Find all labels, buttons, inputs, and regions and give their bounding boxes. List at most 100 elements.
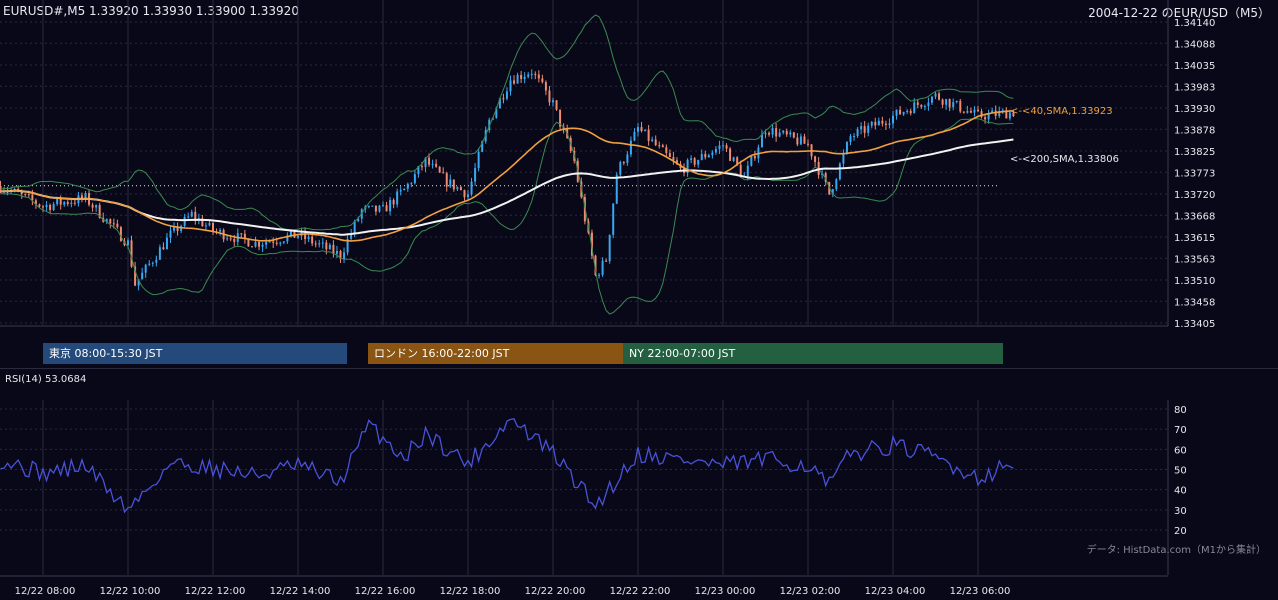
candle-up bbox=[955, 100, 958, 103]
candle-up bbox=[268, 241, 271, 243]
candle-up bbox=[328, 244, 331, 250]
candle-down bbox=[24, 193, 27, 195]
rsi-tick-label: 40 bbox=[1174, 486, 1187, 497]
candle-up bbox=[353, 221, 356, 234]
time-axis-label: 12/22 14:00 bbox=[270, 586, 331, 597]
candle-up bbox=[860, 126, 863, 130]
candle-up bbox=[204, 225, 207, 227]
candle-down bbox=[622, 162, 625, 164]
candle-down bbox=[247, 238, 250, 247]
candle-down bbox=[250, 246, 253, 248]
panel-divider bbox=[0, 368, 1278, 369]
candle-down bbox=[513, 80, 516, 84]
candle-down bbox=[704, 153, 707, 158]
candle-up bbox=[413, 174, 416, 184]
time-axis-label: 12/22 10:00 bbox=[100, 586, 161, 597]
sma200-label: <-<200,SMA,1.33806 bbox=[1010, 154, 1119, 165]
candle-up bbox=[750, 156, 753, 166]
candle-down bbox=[807, 143, 809, 145]
time-axis-label: 12/22 08:00 bbox=[15, 586, 76, 597]
price-chart: 81012141618202202461.341401.340881.34035… bbox=[0, 0, 1215, 327]
sma40-label: <-<40,SMA,1.33923 bbox=[1010, 106, 1113, 117]
time-axis-label: 12/22 20:00 bbox=[525, 586, 586, 597]
y-tick-label: 1.33930 bbox=[1174, 104, 1215, 115]
candle-up bbox=[187, 216, 190, 218]
candle-up bbox=[371, 205, 374, 207]
candle-down bbox=[863, 126, 866, 133]
candle-up bbox=[711, 152, 714, 156]
candle-up bbox=[895, 109, 898, 116]
candle-down bbox=[884, 123, 887, 125]
candle-down bbox=[392, 199, 395, 205]
candle-up bbox=[527, 74, 530, 77]
candle-up bbox=[892, 115, 894, 124]
candle-up bbox=[265, 241, 268, 245]
candle-down bbox=[555, 100, 558, 110]
candle-down bbox=[874, 121, 877, 126]
candle-down bbox=[640, 127, 643, 131]
candles bbox=[0, 69, 1015, 291]
candle-up bbox=[877, 120, 880, 126]
candle-down bbox=[445, 173, 448, 187]
candle-up bbox=[56, 198, 59, 205]
session-ny: NY 22:00-07:00 JST bbox=[623, 343, 1003, 364]
candle-up bbox=[552, 100, 554, 103]
candle-down bbox=[91, 204, 94, 208]
candle-down bbox=[729, 148, 732, 161]
candle-up bbox=[261, 244, 264, 247]
candle-up bbox=[449, 179, 452, 187]
candle-down bbox=[240, 233, 243, 235]
candle-down bbox=[463, 190, 466, 198]
candle-down bbox=[502, 98, 505, 100]
y-tick-label: 1.33668 bbox=[1174, 211, 1215, 222]
candle-down bbox=[537, 74, 540, 79]
candle-up bbox=[155, 259, 158, 263]
candle-up bbox=[190, 211, 193, 217]
candle-down bbox=[59, 198, 62, 205]
candle-up bbox=[208, 223, 211, 226]
time-axis-label: 12/23 00:00 bbox=[695, 586, 756, 597]
candle-down bbox=[112, 223, 115, 225]
time-axis-label: 12/23 02:00 bbox=[780, 586, 841, 597]
candle-up bbox=[70, 202, 73, 204]
candle-up bbox=[144, 264, 147, 273]
candle-up bbox=[431, 163, 434, 165]
rsi-chart: 80 70 60 50 40 30 20 12/22 08:00 12/22 10:00 12/2… bbox=[0, 400, 1187, 597]
candle-down bbox=[428, 157, 431, 165]
candle-down bbox=[332, 244, 335, 254]
candle-down bbox=[775, 128, 778, 137]
candle-up bbox=[219, 229, 222, 232]
time-axis-label: 12/22 16:00 bbox=[355, 586, 416, 597]
candle-up bbox=[165, 237, 168, 250]
candle-down bbox=[753, 156, 756, 159]
y-tick-label: 1.33615 bbox=[1174, 233, 1215, 244]
candle-up bbox=[169, 230, 172, 238]
candle-up bbox=[690, 158, 693, 160]
candle-up bbox=[530, 73, 533, 75]
rsi-tick-label: 50 bbox=[1174, 466, 1187, 477]
candle-up bbox=[746, 165, 749, 177]
time-axis-label: 12/23 04:00 bbox=[865, 586, 926, 597]
candle-up bbox=[158, 247, 161, 260]
candle-up bbox=[722, 145, 724, 147]
candle-down bbox=[311, 236, 314, 244]
candle-up bbox=[714, 148, 717, 153]
candle-up bbox=[307, 236, 310, 240]
candle-down bbox=[548, 90, 551, 103]
candle-down bbox=[672, 156, 675, 161]
candle-down bbox=[881, 120, 884, 124]
candle-up bbox=[598, 274, 601, 276]
candle-up bbox=[906, 110, 909, 113]
candle-up bbox=[870, 121, 873, 126]
sma200-line bbox=[0, 138, 1014, 236]
candle-down bbox=[109, 219, 112, 224]
rsi-line bbox=[0, 418, 1014, 514]
candle-up bbox=[930, 96, 933, 103]
candle-up bbox=[396, 191, 399, 205]
candle-up bbox=[849, 136, 852, 143]
candle-down bbox=[658, 145, 661, 147]
candle-down bbox=[920, 104, 923, 107]
y-tick-label: 1.34140 bbox=[1174, 18, 1215, 29]
candle-up bbox=[406, 183, 409, 189]
candle-down bbox=[941, 99, 944, 105]
